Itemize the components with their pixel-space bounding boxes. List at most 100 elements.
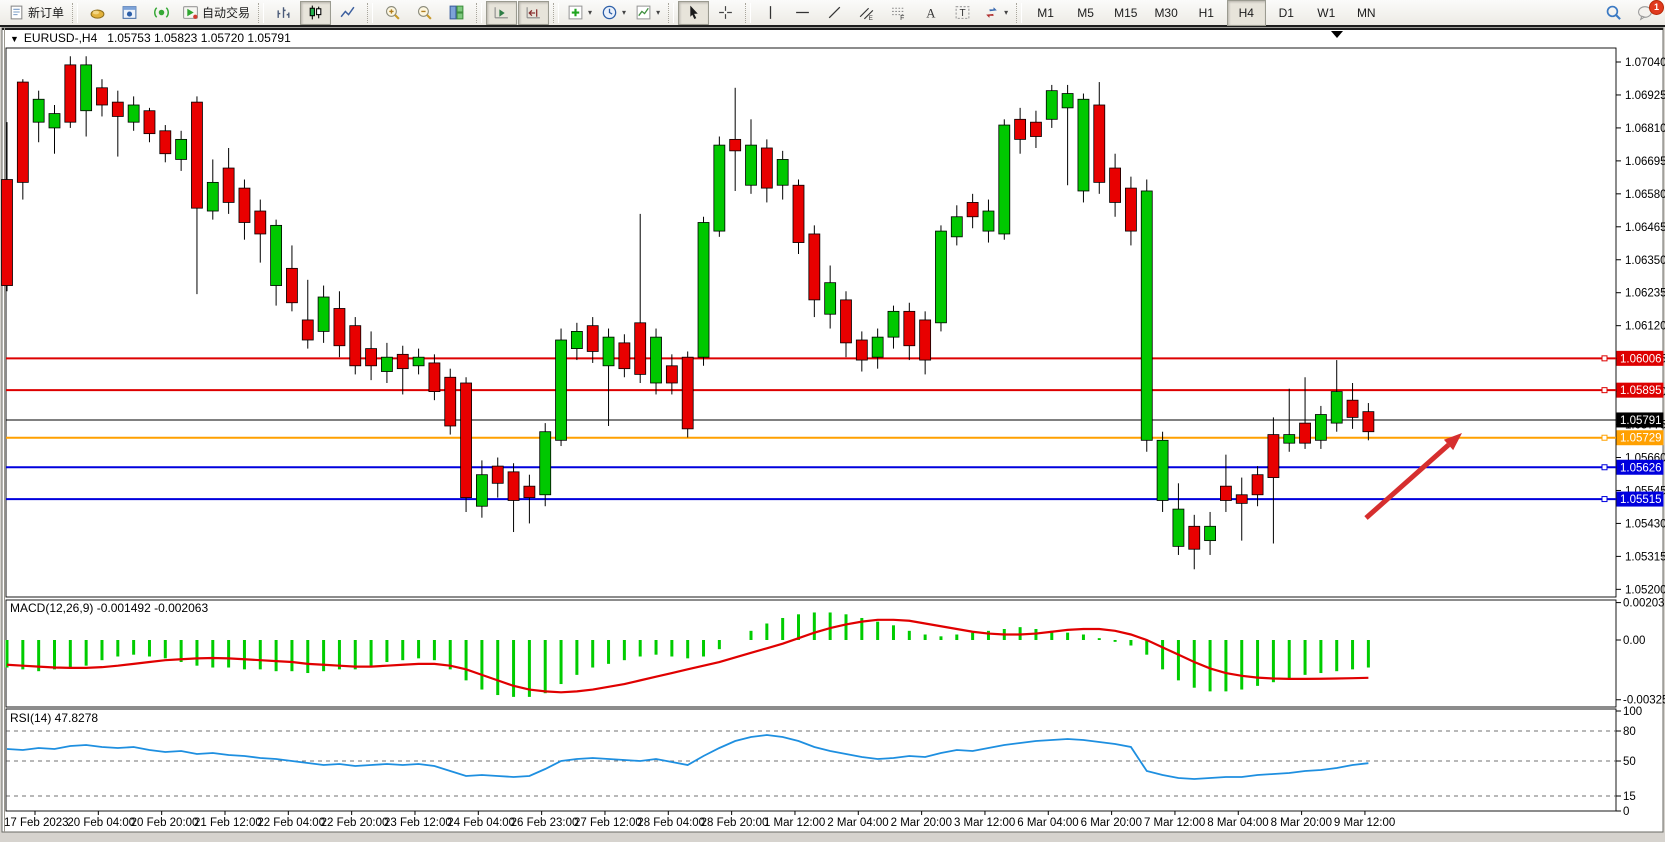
chart-title: ▼ EURUSD-,H4 1.05753 1.05823 1.05720 1.057… — [10, 31, 291, 45]
svg-text:1.05200: 1.05200 — [1625, 584, 1665, 596]
fibonacci-icon: F — [890, 4, 907, 21]
svg-text:23 Feb 12:00: 23 Feb 12:00 — [384, 817, 452, 829]
collapse-arrow-icon[interactable]: ▼ — [10, 34, 19, 44]
templates-icon — [635, 4, 652, 21]
trendline-icon — [826, 4, 843, 21]
channel-button[interactable]: E — [851, 1, 882, 25]
bar-chart-icon — [275, 4, 292, 21]
timeframe-m30-button[interactable]: M30 — [1146, 0, 1185, 26]
autotrading-button[interactable]: 自动交易 — [178, 1, 254, 25]
market-watch-button[interactable] — [82, 1, 113, 25]
svg-text:F: F — [900, 15, 904, 21]
svg-text:1.07040: 1.07040 — [1625, 57, 1665, 69]
svg-text:20 Feb 20:00: 20 Feb 20:00 — [131, 817, 199, 829]
indicators-icon — [567, 4, 584, 21]
notification-badge: 1 — [1649, 0, 1664, 15]
horizontal-line-icon — [794, 4, 811, 21]
timeframe-h4-button[interactable]: H4 — [1227, 0, 1266, 26]
templates-button[interactable]: ▾ — [631, 1, 664, 25]
timeframe-w1-button[interactable]: W1 — [1307, 0, 1346, 26]
timeframe-m5-button[interactable]: M5 — [1066, 0, 1105, 26]
market-watch-icon — [89, 4, 106, 21]
text-button[interactable]: A — [915, 1, 946, 25]
dropdown-caret-icon[interactable]: ▾ — [656, 8, 660, 17]
svg-text:50: 50 — [1623, 756, 1636, 768]
timeframe-m1-button[interactable]: M1 — [1026, 0, 1065, 26]
timeframe-d1-button[interactable]: D1 — [1267, 0, 1306, 26]
toolbar-separator — [367, 3, 373, 23]
text-label-icon: T — [954, 4, 971, 21]
svg-text:7 Mar 12:00: 7 Mar 12:00 — [1144, 817, 1205, 829]
price-label-1.05626: 1.05626 — [1617, 460, 1664, 475]
auto-scroll-icon — [493, 4, 510, 21]
svg-text:1 Mar 12:00: 1 Mar 12:00 — [764, 817, 825, 829]
navigator-icon — [121, 4, 138, 21]
svg-text:15: 15 — [1623, 791, 1636, 803]
svg-text:28 Feb 04:00: 28 Feb 04:00 — [637, 817, 705, 829]
rsi-indicator-label: RSI(14) 47.8278 — [10, 711, 98, 725]
chart-shift-button[interactable] — [518, 1, 549, 25]
crosshair-button[interactable] — [710, 1, 741, 25]
svg-text:-0.003256: -0.003256 — [1623, 695, 1665, 707]
svg-text:17 Feb 2023: 17 Feb 2023 — [4, 817, 69, 829]
svg-text:6 Mar 20:00: 6 Mar 20:00 — [1081, 817, 1142, 829]
toolbar-separator — [476, 3, 482, 23]
tile-windows-button[interactable] — [441, 1, 472, 25]
timeframe-w1-label: W1 — [1317, 6, 1335, 20]
zoom-in-button[interactable] — [377, 1, 408, 25]
timeframe-m30-label: M30 — [1154, 6, 1177, 20]
chart-symbol-period: EURUSD-,H4 — [24, 31, 97, 45]
svg-text:100: 100 — [1623, 706, 1642, 718]
svg-text:1.05315: 1.05315 — [1625, 551, 1665, 563]
zoom-out-icon — [416, 4, 433, 21]
dropdown-caret-icon[interactable]: ▾ — [622, 8, 626, 17]
chart-window-frame — [2, 28, 1663, 832]
timeframe-m1-label: M1 — [1037, 6, 1054, 20]
svg-text:8 Mar 04:00: 8 Mar 04:00 — [1207, 817, 1268, 829]
bar-chart-button[interactable] — [268, 1, 299, 25]
arrows-button[interactable]: ▾ — [979, 1, 1012, 25]
svg-text:26 Feb 23:00: 26 Feb 23:00 — [511, 817, 579, 829]
svg-text:8 Mar 20:00: 8 Mar 20:00 — [1271, 817, 1332, 829]
search-button[interactable] — [1598, 1, 1629, 25]
arrows-icon — [983, 4, 1000, 21]
auto-scroll-button[interactable] — [486, 1, 517, 25]
svg-text:20 Feb 04:00: 20 Feb 04:00 — [67, 817, 135, 829]
notifications-button[interactable]: 1 — [1630, 1, 1661, 25]
dropdown-caret-icon[interactable]: ▾ — [588, 8, 592, 17]
svg-text:1.06580: 1.06580 — [1625, 189, 1665, 201]
chart-ohlc-values: 1.05753 1.05823 1.05720 1.05791 — [107, 31, 291, 45]
channel-icon: E — [858, 4, 875, 21]
horizontal-line-button[interactable] — [787, 1, 818, 25]
fibonacci-button[interactable]: F — [883, 1, 914, 25]
trendline-button[interactable] — [819, 1, 850, 25]
dropdown-caret-icon[interactable]: ▾ — [1004, 8, 1008, 17]
svg-text:E: E — [869, 15, 873, 21]
zoom-out-button[interactable] — [409, 1, 440, 25]
svg-text:21 Feb 12:00: 21 Feb 12:00 — [194, 817, 262, 829]
svg-text:1.06465: 1.06465 — [1625, 222, 1665, 234]
search-icon — [1605, 4, 1622, 21]
svg-text:1.06350: 1.06350 — [1625, 255, 1665, 267]
navigator-button[interactable] — [114, 1, 145, 25]
svg-text:1.05895: 1.05895 — [1620, 385, 1662, 397]
news-button[interactable] — [146, 1, 177, 25]
chart-window[interactable]: 1.070401.069251.068101.066951.065801.064… — [0, 0, 1665, 842]
cursor-button[interactable] — [678, 1, 709, 25]
vertical-line-button[interactable] — [755, 1, 786, 25]
svg-text:1.05626: 1.05626 — [1620, 462, 1662, 474]
line-chart-button[interactable] — [332, 1, 363, 25]
indicators-button[interactable]: ▾ — [563, 1, 596, 25]
line-chart-icon — [339, 4, 356, 21]
timeframe-mn-button[interactable]: MN — [1347, 0, 1386, 26]
timeframe-m15-button[interactable]: M15 — [1106, 0, 1145, 26]
periods-button[interactable]: ▾ — [597, 1, 630, 25]
svg-text:27 Feb 12:00: 27 Feb 12:00 — [574, 817, 642, 829]
timeframe-h1-button[interactable]: H1 — [1187, 0, 1226, 26]
candle-chart-button[interactable] — [300, 1, 331, 25]
svg-text:1.05515: 1.05515 — [1620, 494, 1662, 506]
new-order-button[interactable]: 新订单 — [4, 1, 68, 25]
timeframe-m5-label: M5 — [1077, 6, 1094, 20]
svg-text:2 Mar 04:00: 2 Mar 04:00 — [827, 817, 888, 829]
text-label-button[interactable]: T — [947, 1, 978, 25]
